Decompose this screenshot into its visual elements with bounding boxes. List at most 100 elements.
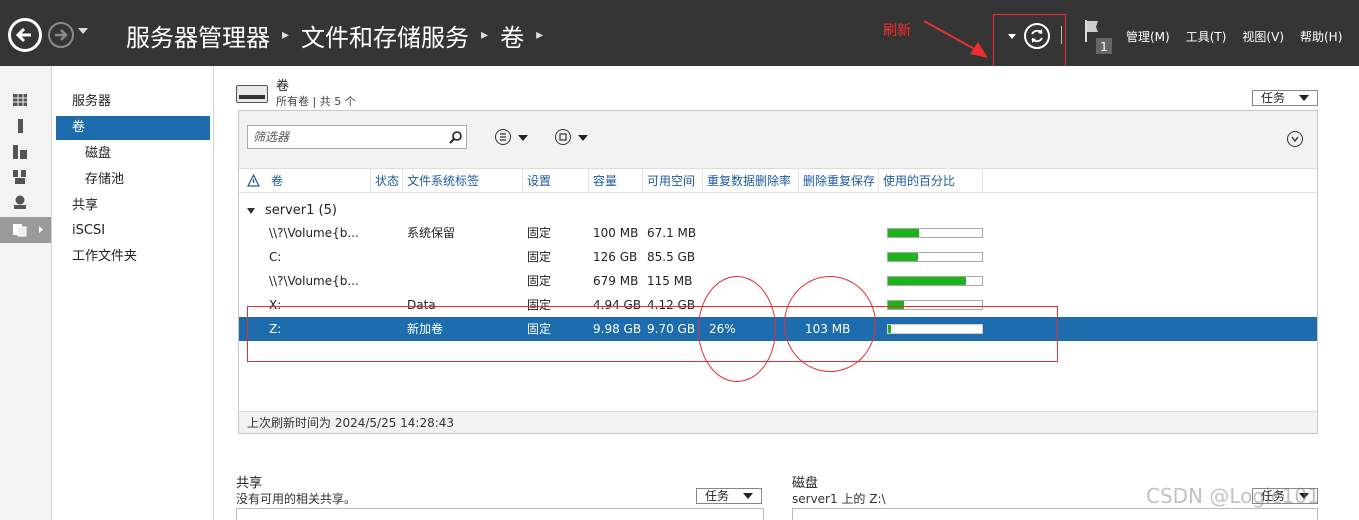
filter-input[interactable]: 筛选器 [247,125,467,149]
breadcrumb-separator-icon: ▸ [282,27,290,43]
title-bar: 服务器管理器 ▸ 文件和存储服务 ▸ 卷 ▸ 刷新 1 管理(M) 工具(T) … [0,0,1359,72]
forward-arrow-icon[interactable] [48,22,74,48]
notification-count: 1 [1100,40,1108,54]
last-refresh-status: 上次刷新时间为 2024/5/25 14:28:43 [239,411,1317,433]
sidebar-item-iscsi[interactable]: iSCSI [56,219,210,243]
column-header-dedup-rate[interactable]: 重复数据删除率 [703,169,799,193]
menu-tools[interactable]: 工具(T) [1186,28,1227,45]
collapse-triangle-icon[interactable] [247,207,255,214]
sidebar-item-shares[interactable]: 共享 [56,194,210,218]
breadcrumb-file-storage[interactable]: 文件和存储服务 [301,18,469,53]
save-query-dropdown-icon[interactable] [578,135,588,141]
sort-warning-icon[interactable] [247,174,260,187]
local-server-icon[interactable] [12,118,28,134]
notifications-flag-icon[interactable]: 1 [1084,18,1116,56]
dedup-rate-annotation-ellipse [698,276,776,382]
usage-bar-fill [888,229,920,237]
usage-bar-fill [888,253,919,261]
query-list-dropdown-icon[interactable] [518,135,528,141]
main-content: 卷 所有卷 | 共 5 个 任务 筛选器 卷 状态 文件系统标签 设置 容量 可… [214,66,1359,520]
server-group-icon[interactable] [12,169,28,185]
shares-section-title: 共享 [236,476,263,491]
breadcrumb-separator-icon: ▸ [536,27,544,43]
table-row[interactable]: \\?\Volume{b... 固定 679 MB 115 MB [239,269,1317,293]
sidebar-item-disks[interactable]: 磁盘 [56,142,210,166]
cell-setting: 固定 [527,226,552,240]
sidebar-item-work-folders[interactable]: 工作文件夹 [56,245,210,269]
chevron-down-icon [1299,95,1309,101]
cell-capacity: 679 MB [593,274,639,288]
expand-collapse-icon[interactable] [1287,131,1303,147]
search-icon[interactable] [449,130,463,144]
usage-bar [887,276,983,286]
table-header: 卷 状态 文件系统标签 设置 容量 可用空间 重复数据删除率 删除重复保存 使用… [239,169,1317,193]
disk-section-title: 磁盘 [792,476,819,491]
cell-volume: \\?\Volume{b... [269,226,359,240]
usage-bar-fill [888,277,967,285]
table-row[interactable]: C: 固定 126 GB 85.5 GB [239,245,1317,269]
file-storage-icon[interactable] [12,221,28,237]
column-header-setting[interactable]: 设置 [523,169,589,193]
cell-fs-label: 系统保留 [407,226,456,240]
column-header-status[interactable]: 状态 [371,169,403,193]
column-header-capacity[interactable]: 容量 [589,169,643,193]
volume-drive-icon [236,85,268,103]
breadcrumb-server-manager[interactable]: 服务器管理器 [126,18,270,53]
strip-expand-icon[interactable] [38,225,44,234]
sidebar-item-volumes[interactable]: 卷 [56,116,210,140]
column-header-free-space[interactable]: 可用空间 [643,169,703,193]
all-servers-icon[interactable] [12,144,28,160]
refresh-annotation-label: 刷新 [883,23,911,39]
cell-volume: \\?\Volume{b... [269,274,359,288]
highlight-annotation-rect [247,306,1058,362]
server-group-label: server1 (5) [265,203,337,218]
cell-free-space: 115 MB [647,274,693,288]
section-subtitle: 所有卷 | 共 5 个 [276,95,356,108]
left-icon-strip [0,66,52,520]
menu-bar: 管理(M) 工具(T) 视图(V) 帮助(H) [1126,28,1358,45]
disk-section-subtitle: server1 上的 Z:\ [792,492,886,506]
cell-capacity: 126 GB [593,250,638,264]
server-group-row[interactable]: server1 (5) [247,203,337,218]
table-row[interactable]: \\?\Volume{b... 系统保留 固定 100 MB 67.1 MB [239,221,1317,245]
navigation-dropdown-icon[interactable] [78,28,88,34]
section-title: 卷 [276,79,290,94]
sidebar-item-storage-pools[interactable]: 存储池 [56,168,210,192]
breadcrumb: 服务器管理器 ▸ 文件和存储服务 ▸ 卷 ▸ [126,18,555,52]
cell-setting: 固定 [527,250,552,264]
breadcrumb-volumes[interactable]: 卷 [500,18,524,53]
save-query-icon[interactable] [555,129,571,145]
cell-free-space: 67.1 MB [647,226,697,240]
shares-tasks-button[interactable]: 任务 [696,488,762,504]
menu-view[interactable]: 视图(V) [1242,28,1284,45]
dedup-saved-annotation-ellipse [784,276,876,372]
iis-icon[interactable] [12,194,28,210]
cell-free-space: 85.5 GB [647,250,696,264]
refresh-dropdown-icon[interactable] [1008,34,1016,39]
tasks-label: 任务 [1261,91,1286,105]
query-list-icon[interactable] [495,129,511,145]
refresh-icon[interactable] [1024,23,1050,49]
menu-manage[interactable]: 管理(M) [1126,28,1170,45]
back-arrow-icon[interactable] [8,18,42,52]
shares-section-subtitle: 没有可用的相关共享。 [236,492,357,506]
volumes-tasks-button[interactable]: 任务 [1252,90,1318,106]
cell-capacity: 100 MB [593,226,639,240]
breadcrumb-separator-icon: ▸ [481,27,489,43]
column-header-fs-label[interactable]: 文件系统标签 [403,169,523,193]
column-header-percent-used[interactable]: 使用的百分比 [879,169,983,193]
menu-help[interactable]: 帮助(H) [1300,28,1342,45]
sidebar-item-servers[interactable]: 服务器 [56,90,210,114]
disk-detail-panel [792,508,1318,520]
cell-volume: C: [269,250,282,264]
column-header-volume[interactable]: 卷 [267,169,371,193]
volumes-panel: 筛选器 卷 状态 文件系统标签 设置 容量 可用空间 重复数据删除率 删除重复保… [238,110,1318,434]
cell-setting: 固定 [527,274,552,288]
toolbar-divider [1061,26,1062,44]
column-header-dedup-saved[interactable]: 删除重复保存 [799,169,879,193]
dashboard-icon[interactable] [12,92,28,108]
sidebar: 服务器 卷 磁盘 存储池 共享 iSCSI 工作文件夹 [52,66,214,520]
annotation-arrow-icon [923,20,988,58]
usage-bar [887,228,983,238]
tasks-label: 任务 [705,489,730,503]
